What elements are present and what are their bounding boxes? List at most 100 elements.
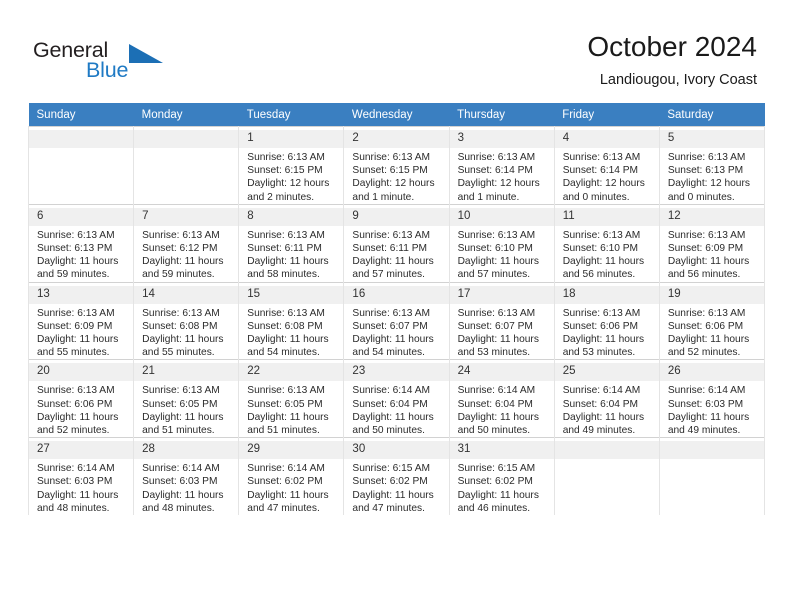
day-cell[interactable]: 14 Sunrise: 6:13 AM Sunset: 6:08 PM Dayli… bbox=[133, 281, 240, 360]
weekday-header-thursday: Thursday bbox=[449, 103, 555, 127]
day-number bbox=[554, 441, 659, 460]
day-detail: Sunrise: 6:14 AM Sunset: 6:03 PM Dayligh… bbox=[667, 385, 750, 437]
day-detail: Sunrise: 6:13 AM Sunset: 6:10 PM Dayligh… bbox=[562, 229, 645, 281]
day-cell-empty bbox=[553, 437, 660, 516]
day-detail: Sunrise: 6:14 AM Sunset: 6:02 PM Dayligh… bbox=[247, 463, 329, 514]
day-number: 30 bbox=[344, 441, 449, 460]
logo-text-blue: Blue bbox=[86, 58, 129, 82]
weekday-header-wednesday: Wednesday bbox=[343, 103, 450, 127]
day-number: 25 bbox=[554, 363, 659, 382]
weekday-header-tuesday: Tuesday bbox=[238, 103, 344, 127]
day-cell[interactable]: 22 Sunrise: 6:13 AM Sunset: 6:05 PM Dayli… bbox=[238, 359, 345, 438]
day-detail: Sunrise: 6:13 AM Sunset: 6:08 PM Dayligh… bbox=[247, 307, 329, 359]
day-cell[interactable]: 7 Sunrise: 6:13 AM Sunset: 6:12 PM Daylig… bbox=[133, 203, 240, 283]
day-detail: Sunrise: 6:13 AM Sunset: 6:06 PM Dayligh… bbox=[37, 385, 119, 437]
day-cell[interactable]: 20 Sunrise: 6:13 AM Sunset: 6:06 PM Dayli… bbox=[27, 359, 135, 438]
day-number bbox=[29, 130, 134, 148]
day-cell[interactable]: 19 Sunrise: 6:13 AM Sunset: 6:06 PM Dayli… bbox=[658, 281, 766, 360]
day-detail: Sunrise: 6:14 AM Sunset: 6:03 PM Dayligh… bbox=[37, 463, 119, 514]
day-cell[interactable]: 1 Sunrise: 6:13 AM Sunset: 6:15 PM Daylig… bbox=[238, 126, 345, 205]
day-cell[interactable]: 12 Sunrise: 6:13 AM Sunset: 6:09 PM Dayli… bbox=[658, 203, 766, 283]
day-cell[interactable]: 5 Sunrise: 6:13 AM Sunset: 6:13 PM Daylig… bbox=[658, 126, 766, 205]
day-detail: Sunrise: 6:13 AM Sunset: 6:11 PM Dayligh… bbox=[247, 229, 329, 281]
day-cell[interactable]: 10 Sunrise: 6:13 AM Sunset: 6:10 PM Dayli… bbox=[448, 203, 555, 283]
day-number: 1 bbox=[239, 130, 344, 148]
day-cell[interactable]: 11 Sunrise: 6:13 AM Sunset: 6:10 PM Dayli… bbox=[553, 203, 660, 283]
day-number: 17 bbox=[449, 285, 554, 304]
day-number: 18 bbox=[554, 285, 659, 304]
day-number: 14 bbox=[134, 285, 239, 304]
day-number: 15 bbox=[239, 285, 344, 304]
day-number: 11 bbox=[554, 207, 659, 226]
calendar-week-row: 27 Sunrise: 6:14 AM Sunset: 6:03 PM Dayli… bbox=[27, 437, 766, 516]
day-cell[interactable]: 6 Sunrise: 6:13 AM Sunset: 6:13 PM Daylig… bbox=[27, 203, 135, 283]
day-cell[interactable]: 13 Sunrise: 6:13 AM Sunset: 6:09 PM Dayli… bbox=[27, 281, 135, 360]
sunrise-sunset-calendar: Sunday Monday Tuesday Wednesday Thursday… bbox=[27, 103, 766, 516]
calendar-week-row: 1 Sunrise: 6:13 AM Sunset: 6:15 PM Daylig… bbox=[27, 126, 766, 205]
day-number: 21 bbox=[134, 363, 239, 382]
day-detail: Sunrise: 6:13 AM Sunset: 6:13 PM Dayligh… bbox=[37, 229, 119, 281]
day-cell[interactable]: 29 Sunrise: 6:14 AM Sunset: 6:02 PM Dayli… bbox=[238, 437, 345, 516]
day-number: 8 bbox=[239, 207, 344, 226]
calendar-header-row: Sunday Monday Tuesday Wednesday Thursday… bbox=[28, 103, 765, 127]
day-number: 4 bbox=[554, 130, 659, 148]
day-detail: Sunrise: 6:14 AM Sunset: 6:04 PM Dayligh… bbox=[352, 385, 434, 437]
day-cell[interactable]: 24 Sunrise: 6:14 AM Sunset: 6:04 PM Dayli… bbox=[448, 359, 555, 438]
day-cell[interactable]: 25 Sunrise: 6:14 AM Sunset: 6:04 PM Dayli… bbox=[553, 359, 660, 438]
day-cell[interactable]: 18 Sunrise: 6:13 AM Sunset: 6:06 PM Dayli… bbox=[553, 281, 660, 360]
day-cell[interactable]: 31 Sunrise: 6:15 AM Sunset: 6:02 PM Dayli… bbox=[448, 437, 555, 516]
day-detail: Sunrise: 6:14 AM Sunset: 6:03 PM Dayligh… bbox=[142, 463, 224, 514]
day-detail: Sunrise: 6:13 AM Sunset: 6:07 PM Dayligh… bbox=[457, 307, 539, 359]
day-detail: Sunrise: 6:14 AM Sunset: 6:04 PM Dayligh… bbox=[562, 385, 645, 437]
weekday-header-saturday: Saturday bbox=[659, 103, 765, 127]
day-detail: Sunrise: 6:15 AM Sunset: 6:02 PM Dayligh… bbox=[352, 463, 434, 514]
day-detail: Sunrise: 6:13 AM Sunset: 6:09 PM Dayligh… bbox=[667, 229, 750, 281]
day-detail: Sunrise: 6:13 AM Sunset: 6:07 PM Dayligh… bbox=[352, 307, 434, 359]
day-cell[interactable]: 4 Sunrise: 6:13 AM Sunset: 6:14 PM Daylig… bbox=[553, 126, 660, 205]
day-cell[interactable]: 27 Sunrise: 6:14 AM Sunset: 6:03 PM Dayli… bbox=[27, 437, 135, 516]
weekday-header-friday: Friday bbox=[554, 103, 660, 127]
general-blue-logo[interactable]: General Blue bbox=[33, 38, 213, 88]
day-detail: Sunrise: 6:13 AM Sunset: 6:06 PM Dayligh… bbox=[667, 307, 750, 359]
page-header: General Blue October 2024 Landiougou, Iv… bbox=[0, 0, 792, 100]
day-cell[interactable]: 9 Sunrise: 6:13 AM Sunset: 6:11 PM Daylig… bbox=[343, 203, 450, 283]
day-number: 23 bbox=[344, 363, 449, 382]
day-cell[interactable]: 17 Sunrise: 6:13 AM Sunset: 6:07 PM Dayli… bbox=[448, 281, 555, 360]
calendar-body: 1 Sunrise: 6:13 AM Sunset: 6:15 PM Daylig… bbox=[27, 126, 766, 516]
calendar-week-row: 13 Sunrise: 6:13 AM Sunset: 6:09 PM Dayli… bbox=[27, 281, 766, 360]
day-cell[interactable]: 30 Sunrise: 6:15 AM Sunset: 6:02 PM Dayli… bbox=[343, 437, 450, 516]
day-number: 2 bbox=[344, 130, 449, 148]
location-subtitle: Landiougou, Ivory Coast bbox=[599, 72, 757, 88]
day-number: 19 bbox=[659, 285, 764, 304]
day-detail: Sunrise: 6:13 AM Sunset: 6:15 PM Dayligh… bbox=[352, 152, 435, 203]
day-cell[interactable]: 2 Sunrise: 6:13 AM Sunset: 6:15 PM Daylig… bbox=[343, 126, 450, 205]
day-number: 24 bbox=[449, 363, 554, 382]
day-cell[interactable]: 28 Sunrise: 6:14 AM Sunset: 6:03 PM Dayli… bbox=[133, 437, 240, 516]
day-number: 20 bbox=[29, 363, 134, 382]
calendar-week-row: 6 Sunrise: 6:13 AM Sunset: 6:13 PM Daylig… bbox=[27, 203, 766, 283]
day-detail: Sunrise: 6:13 AM Sunset: 6:09 PM Dayligh… bbox=[37, 307, 119, 359]
day-detail: Sunrise: 6:13 AM Sunset: 6:05 PM Dayligh… bbox=[247, 385, 329, 437]
day-number: 3 bbox=[449, 130, 554, 148]
day-detail: Sunrise: 6:13 AM Sunset: 6:11 PM Dayligh… bbox=[352, 229, 434, 281]
title-block: October 2024 Landiougou, Ivory Coast bbox=[587, 30, 757, 90]
day-number: 29 bbox=[239, 441, 344, 460]
day-cell-empty bbox=[133, 126, 240, 205]
day-cell[interactable]: 16 Sunrise: 6:13 AM Sunset: 6:07 PM Dayli… bbox=[343, 281, 450, 360]
day-cell[interactable]: 15 Sunrise: 6:13 AM Sunset: 6:08 PM Dayli… bbox=[238, 281, 345, 360]
day-number: 26 bbox=[659, 363, 764, 382]
day-detail: Sunrise: 6:13 AM Sunset: 6:05 PM Dayligh… bbox=[142, 385, 224, 437]
weekday-header-sunday: Sunday bbox=[28, 103, 134, 127]
day-cell[interactable]: 23 Sunrise: 6:14 AM Sunset: 6:04 PM Dayli… bbox=[343, 359, 450, 438]
day-number bbox=[659, 441, 764, 460]
page-title: October 2024 bbox=[587, 31, 757, 62]
day-detail: Sunrise: 6:13 AM Sunset: 6:06 PM Dayligh… bbox=[562, 307, 645, 359]
day-cell[interactable]: 8 Sunrise: 6:13 AM Sunset: 6:11 PM Daylig… bbox=[238, 203, 345, 283]
day-detail: Sunrise: 6:13 AM Sunset: 6:12 PM Dayligh… bbox=[142, 229, 224, 281]
day-detail: Sunrise: 6:15 AM Sunset: 6:02 PM Dayligh… bbox=[457, 463, 539, 514]
day-cell[interactable]: 26 Sunrise: 6:14 AM Sunset: 6:03 PM Dayli… bbox=[658, 359, 766, 438]
day-cell-empty bbox=[27, 126, 135, 205]
day-cell[interactable]: 3 Sunrise: 6:13 AM Sunset: 6:14 PM Daylig… bbox=[448, 126, 555, 205]
day-number bbox=[134, 130, 239, 148]
day-cell[interactable]: 21 Sunrise: 6:13 AM Sunset: 6:05 PM Dayli… bbox=[133, 359, 240, 438]
